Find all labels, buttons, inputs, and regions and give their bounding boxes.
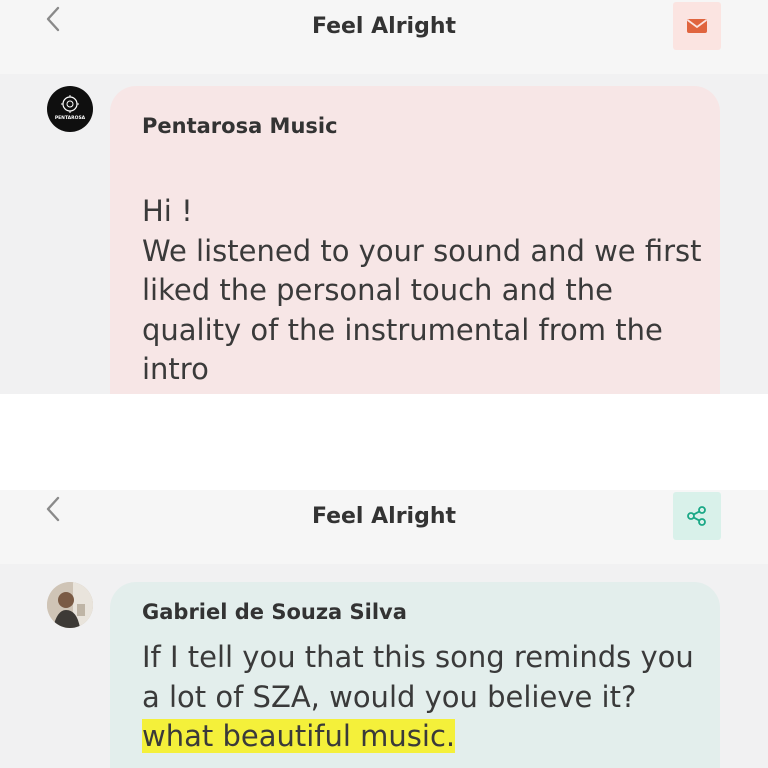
avatar[interactable] <box>47 582 93 628</box>
top-bar: Feel Alright <box>0 490 768 564</box>
message-line: Hi ! <box>142 194 193 228</box>
mail-button[interactable] <box>673 2 721 50</box>
message-text: Hi ! We listened to your sound and we fi… <box>142 192 702 390</box>
highlighted-text: what beautiful music. <box>142 719 456 753</box>
message-text: If I tell you that this song reminds you… <box>142 638 702 757</box>
sender-name: Gabriel de Souza Silva <box>142 600 407 624</box>
sender-name: Pentarosa Music <box>142 114 338 138</box>
page-title: Feel Alright <box>311 504 457 529</box>
message-line: We listened to your sound and we first l… <box>142 233 702 387</box>
svg-text:PENTAROSA: PENTAROSA <box>55 115 86 121</box>
mail-icon <box>686 19 708 33</box>
page-title: Feel Alright <box>311 14 457 39</box>
avatar[interactable]: PENTAROSA <box>47 86 93 132</box>
share-button[interactable] <box>673 492 721 540</box>
top-bar: Feel Alright <box>0 0 768 74</box>
share-icon <box>687 506 706 526</box>
conversation-panel-gabriel: Feel Alright Gabriel de Souza Silva If I… <box>0 490 768 768</box>
message-bubble: Gabriel de Souza Silva If I tell you tha… <box>110 582 720 768</box>
user-photo-icon <box>47 582 93 628</box>
conversation-panel-pentarosa: Feel Alright PENTAROSA Pentarosa Music H… <box>0 0 768 394</box>
message-text-plain: If I tell you that this song reminds you… <box>142 640 694 714</box>
pentarosa-logo-icon: PENTAROSA <box>55 95 86 121</box>
message-bubble: Pentarosa Music Hi ! We listened to your… <box>110 86 720 394</box>
